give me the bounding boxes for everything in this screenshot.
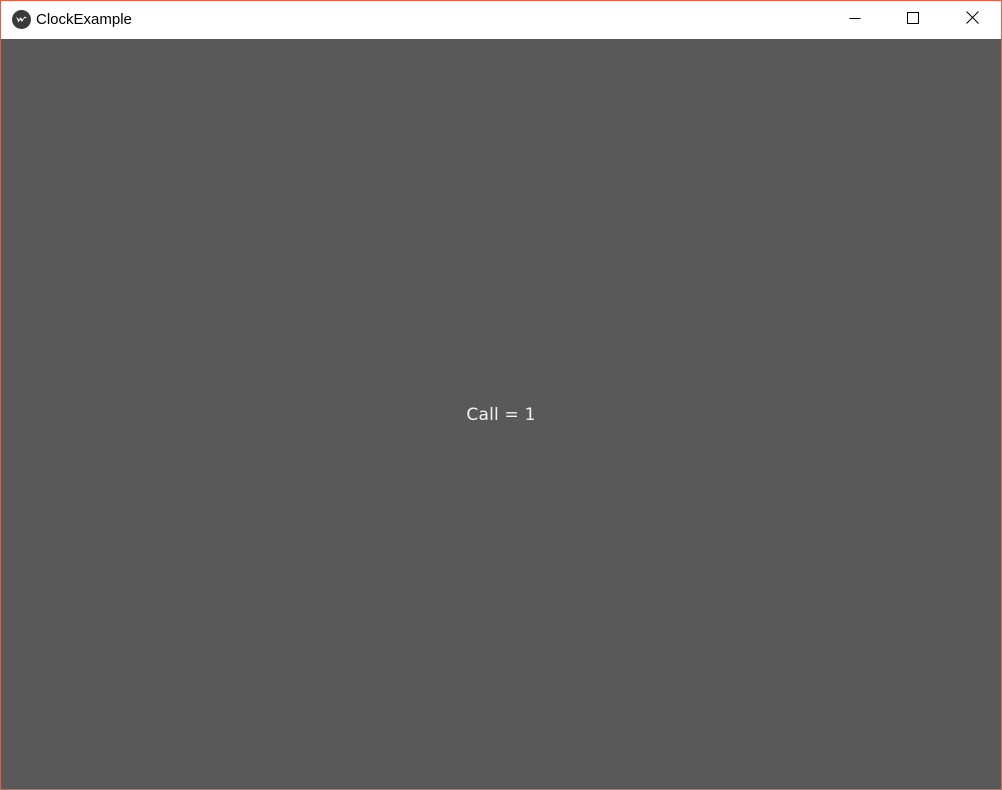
maximize-icon: [907, 11, 919, 29]
app-window: ClockExample Call = 1: [0, 0, 1002, 790]
minimize-button[interactable]: [826, 1, 884, 39]
title-bar[interactable]: ClockExample: [1, 1, 1001, 39]
minimize-icon: [849, 11, 861, 29]
maximize-button[interactable]: [884, 1, 942, 39]
kivy-logo-icon: [12, 10, 31, 29]
close-icon: [965, 11, 979, 29]
close-button[interactable]: [943, 1, 1001, 39]
window-title: ClockExample: [36, 11, 132, 28]
call-count-text: Call = 1: [466, 404, 536, 425]
call-count-label: Call = 1: [1, 39, 1001, 789]
app-canvas: Call = 1: [1, 39, 1001, 789]
